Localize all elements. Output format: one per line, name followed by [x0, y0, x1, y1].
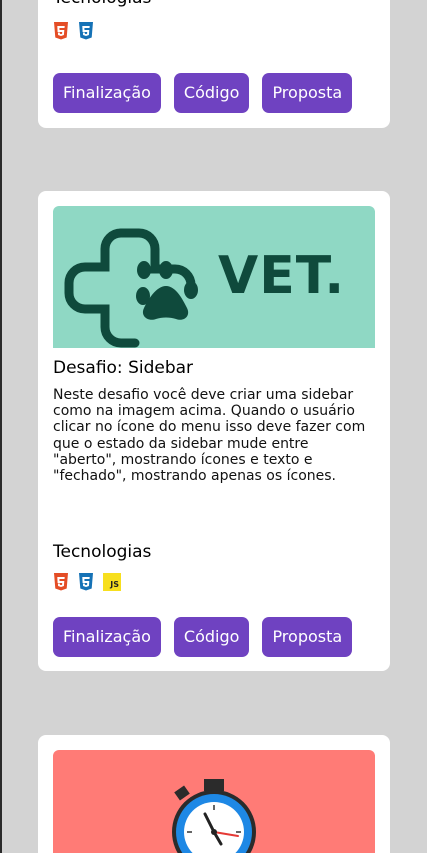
vet-logo-text: VET.: [218, 246, 346, 306]
technologies-heading: Tecnologias: [53, 542, 152, 562]
finalizacao-button[interactable]: Finalização: [53, 617, 161, 657]
card-description: Neste desafio você deve criar uma sideba…: [53, 387, 366, 485]
page: Tecnologias Finalização Código Proposta: [0, 0, 427, 853]
challenge-card: Tecnologias Finalização Código Proposta: [38, 0, 390, 128]
proposta-button[interactable]: Proposta: [262, 617, 353, 657]
stopwatch-icon: [172, 779, 256, 853]
css3-icon: [78, 22, 94, 40]
technologies-list: [53, 22, 94, 40]
challenge-card: [38, 735, 390, 853]
challenge-card-sidebar: VET. Desafio: Sidebar Neste desafio você…: [38, 191, 390, 671]
window-edge: [0, 0, 2, 853]
card-title: Desafio: Sidebar: [53, 358, 194, 378]
codigo-button[interactable]: Código: [173, 73, 250, 113]
javascript-icon: JS: [103, 573, 121, 591]
challenge-banner-image: VET.: [53, 206, 375, 348]
card-actions: Finalização Código Proposta: [53, 73, 353, 113]
html5-icon: [53, 573, 69, 591]
proposta-button[interactable]: Proposta: [262, 73, 353, 113]
technologies-list: JS: [53, 573, 121, 591]
challenge-banner-image: [53, 750, 375, 853]
codigo-button[interactable]: Código: [173, 617, 250, 657]
card-actions: Finalização Código Proposta: [53, 617, 353, 657]
html5-icon: [53, 22, 69, 40]
finalizacao-button[interactable]: Finalização: [53, 73, 161, 113]
css3-icon: [78, 573, 94, 591]
technologies-heading: Tecnologias: [53, 0, 151, 8]
